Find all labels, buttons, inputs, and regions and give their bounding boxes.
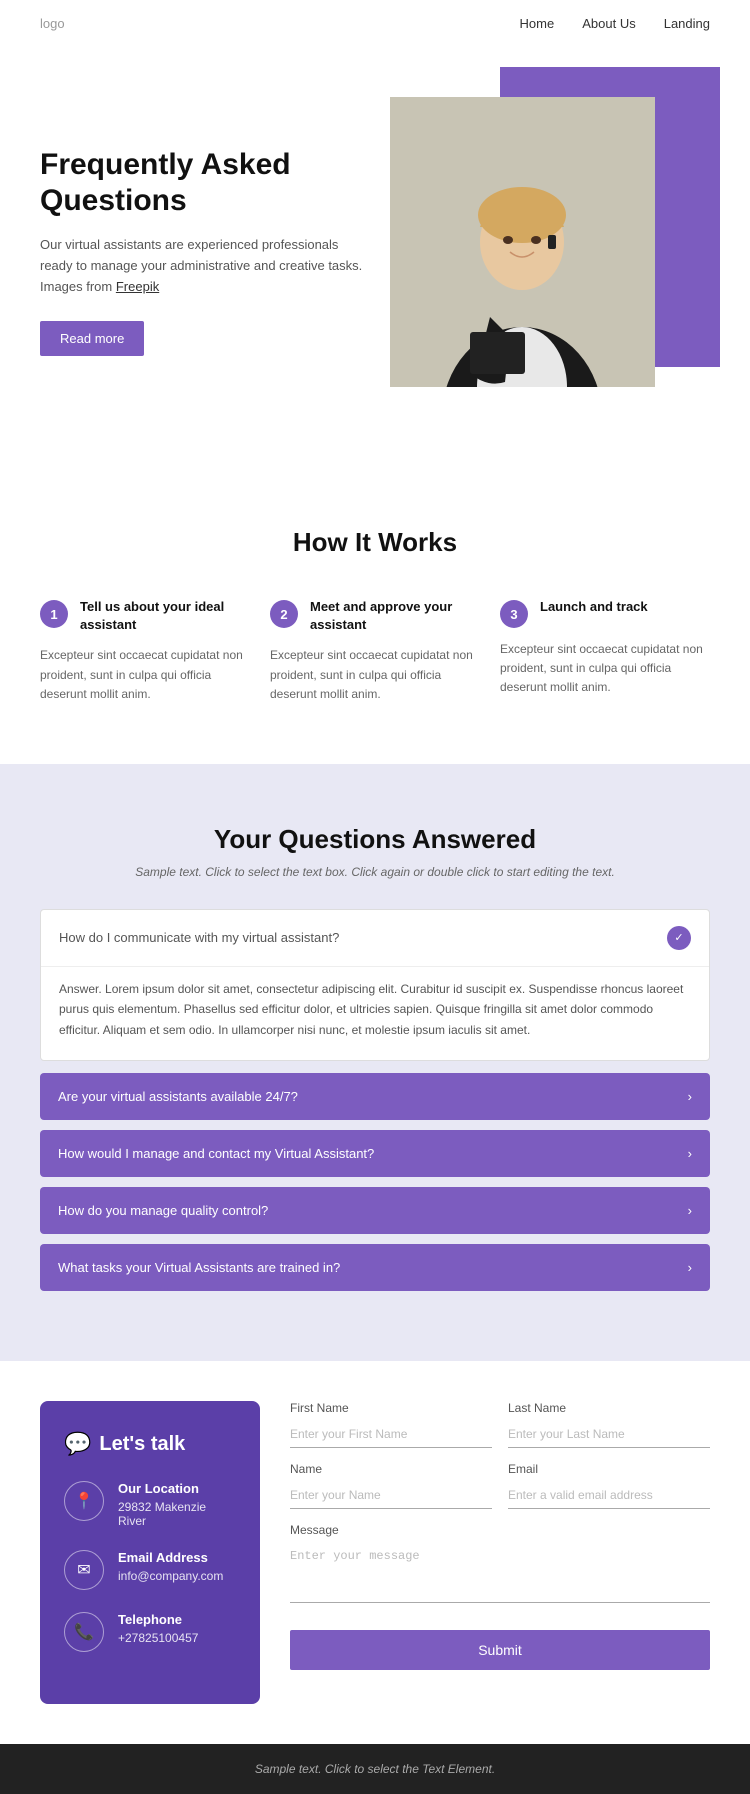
message-label: Message	[290, 1523, 710, 1537]
faq-item-2[interactable]: How would I manage and contact my Virtua…	[40, 1130, 710, 1177]
email-icon: ✉	[64, 1550, 104, 1590]
contact-phone-item: 📞 Telephone +27825100457	[64, 1612, 236, 1652]
faq-question-text-3: How do you manage quality control?	[58, 1203, 268, 1218]
faq-chevron-4: ›	[688, 1260, 692, 1275]
contact-form: First Name Last Name Name Email Message	[290, 1401, 710, 1704]
name-label: Name	[290, 1462, 492, 1476]
footer: Sample text. Click to select the Text El…	[0, 1744, 750, 1794]
contact-location-item: 📍 Our Location 29832 Makenzie River	[64, 1481, 236, 1528]
location-label: Our Location	[118, 1481, 236, 1496]
form-row-3: Message	[290, 1523, 710, 1606]
faq-question-text-0: How do I communicate with my virtual ass…	[59, 930, 339, 945]
last-name-input[interactable]	[508, 1421, 710, 1448]
phone-icon: 📞	[64, 1612, 104, 1652]
first-name-label: First Name	[290, 1401, 492, 1415]
message-textarea[interactable]	[290, 1543, 710, 1603]
phone-value: +27825100457	[118, 1631, 198, 1645]
hero-text: Frequently Asked Questions Our virtual a…	[40, 87, 390, 356]
read-more-button[interactable]: Read more	[40, 321, 144, 356]
name-group: Name	[290, 1462, 492, 1509]
nav-home[interactable]: Home	[520, 16, 555, 31]
hero-image	[390, 97, 655, 387]
steps-container: 1 Tell us about your ideal assistant Exc…	[40, 598, 710, 704]
how-it-works-title: How It Works	[40, 527, 710, 558]
step-3-desc: Excepteur sint occaecat cupidatat non pr…	[500, 640, 710, 698]
email-label: Email Address	[118, 1550, 223, 1565]
name-input[interactable]	[290, 1482, 492, 1509]
step-1-header: 1 Tell us about your ideal assistant	[40, 598, 250, 634]
contact-card-title-text: Let's talk	[99, 1433, 185, 1456]
last-name-group: Last Name	[508, 1401, 710, 1448]
hero-description: Our virtual assistants are experienced p…	[40, 235, 370, 297]
navbar: logo Home About Us Landing	[0, 0, 750, 47]
step-2-desc: Excepteur sint occaecat cupidatat non pr…	[270, 646, 480, 704]
contact-card: 💬 Let's talk 📍 Our Location 29832 Makenz…	[40, 1401, 260, 1704]
faq-title: Your Questions Answered	[40, 824, 710, 855]
location-icon: 📍	[64, 1481, 104, 1521]
logo: logo	[40, 16, 65, 31]
footer-text: Sample text. Click to select the Text El…	[40, 1762, 710, 1776]
step-2-number: 2	[270, 600, 298, 628]
nav-links: Home About Us Landing	[520, 16, 710, 31]
step-2-header: 2 Meet and approve your assistant	[270, 598, 480, 634]
chat-icon: 💬	[64, 1431, 91, 1457]
faq-chevron-3: ›	[688, 1203, 692, 1218]
first-name-input[interactable]	[290, 1421, 492, 1448]
faq-section: Your Questions Answered Sample text. Cli…	[0, 764, 750, 1361]
form-row-2: Name Email	[290, 1462, 710, 1509]
faq-item-0[interactable]: How do I communicate with my virtual ass…	[40, 909, 710, 1061]
step-3-number: 3	[500, 600, 528, 628]
step-2: 2 Meet and approve your assistant Except…	[270, 598, 480, 704]
contact-email-item: ✉ Email Address info@company.com	[64, 1550, 236, 1590]
last-name-label: Last Name	[508, 1401, 710, 1415]
contact-section: 💬 Let's talk 📍 Our Location 29832 Makenz…	[0, 1361, 750, 1744]
hero-person-svg	[390, 97, 655, 387]
faq-question-text-2: How would I manage and contact my Virtua…	[58, 1146, 374, 1161]
hero-section: Frequently Asked Questions Our virtual a…	[0, 47, 750, 467]
step-1-desc: Excepteur sint occaecat cupidatat non pr…	[40, 646, 250, 704]
hero-title: Frequently Asked Questions	[40, 147, 370, 219]
contact-card-title: 💬 Let's talk	[64, 1431, 236, 1457]
faq-chevron-0: ✓	[667, 926, 691, 950]
faq-question-0[interactable]: How do I communicate with my virtual ass…	[41, 910, 709, 966]
email-field-label: Email	[508, 1462, 710, 1476]
step-1-title: Tell us about your ideal assistant	[80, 598, 250, 634]
faq-chevron-2: ›	[688, 1146, 692, 1161]
email-input[interactable]	[508, 1482, 710, 1509]
hero-image-wrap	[390, 87, 710, 387]
location-value: 29832 Makenzie River	[118, 1500, 236, 1528]
nav-about[interactable]: About Us	[582, 16, 635, 31]
faq-question-text-4: What tasks your Virtual Assistants are t…	[58, 1260, 340, 1275]
contact-email-text: Email Address info@company.com	[118, 1550, 223, 1583]
step-3-title: Launch and track	[540, 598, 648, 616]
step-2-title: Meet and approve your assistant	[310, 598, 480, 634]
step-1: 1 Tell us about your ideal assistant Exc…	[40, 598, 250, 704]
faq-answer-0: Answer. Lorem ipsum dolor sit amet, cons…	[41, 966, 709, 1060]
submit-button[interactable]: Submit	[290, 1630, 710, 1670]
faq-chevron-1: ›	[688, 1089, 692, 1104]
faq-question-text-1: Are your virtual assistants available 24…	[58, 1089, 298, 1104]
step-3: 3 Launch and track Excepteur sint occaec…	[500, 598, 710, 704]
faq-item-3[interactable]: How do you manage quality control? ›	[40, 1187, 710, 1234]
faq-item-4[interactable]: What tasks your Virtual Assistants are t…	[40, 1244, 710, 1291]
step-3-header: 3 Launch and track	[500, 598, 710, 628]
email-group: Email	[508, 1462, 710, 1509]
message-group: Message	[290, 1523, 710, 1606]
contact-phone-text: Telephone +27825100457	[118, 1612, 198, 1645]
how-it-works-section: How It Works 1 Tell us about your ideal …	[0, 467, 750, 764]
email-value: info@company.com	[118, 1569, 223, 1583]
faq-item-1[interactable]: Are your virtual assistants available 24…	[40, 1073, 710, 1120]
contact-location-text: Our Location 29832 Makenzie River	[118, 1481, 236, 1528]
faq-subtitle: Sample text. Click to select the text bo…	[40, 865, 710, 879]
step-1-number: 1	[40, 600, 68, 628]
first-name-group: First Name	[290, 1401, 492, 1448]
form-row-1: First Name Last Name	[290, 1401, 710, 1448]
freepik-link[interactable]: Freepik	[116, 279, 159, 294]
nav-landing[interactable]: Landing	[664, 16, 710, 31]
phone-label: Telephone	[118, 1612, 198, 1627]
